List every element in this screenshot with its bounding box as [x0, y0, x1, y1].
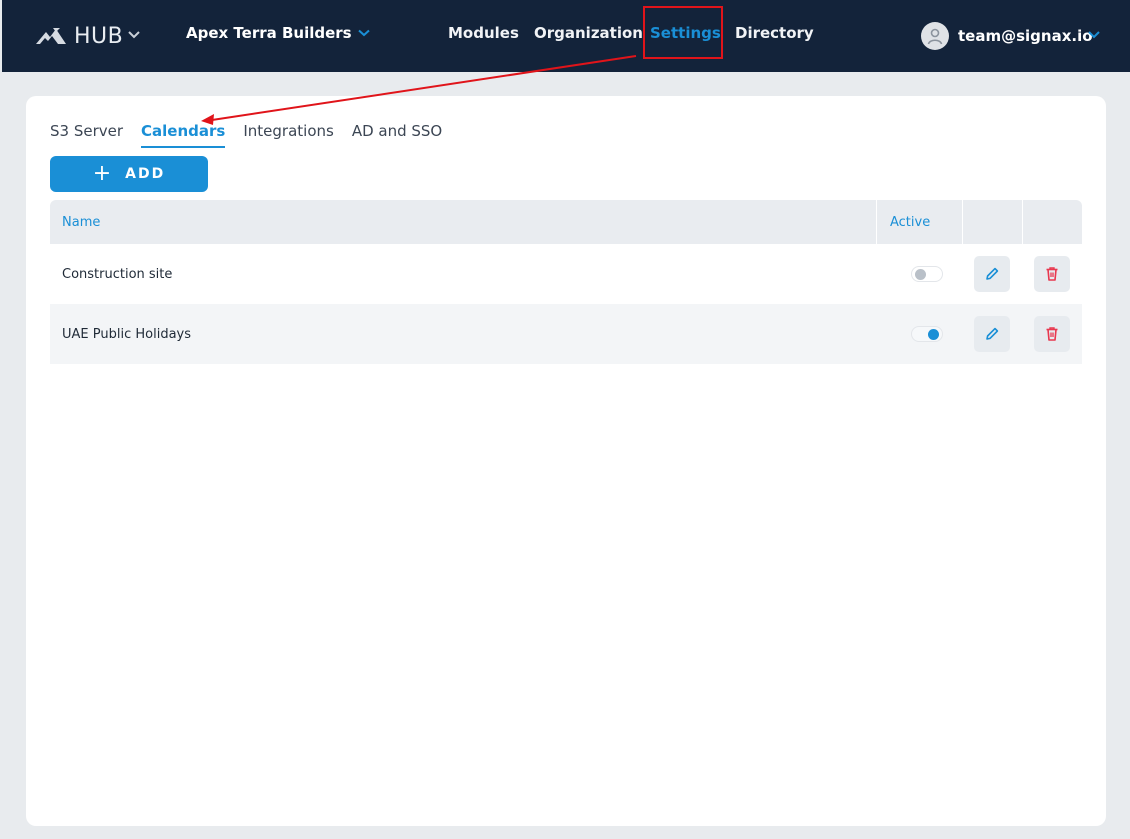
chevron-down-icon[interactable] [1087, 30, 1101, 40]
column-header-edit [962, 200, 1022, 244]
avatar [921, 22, 949, 50]
active-cell [876, 266, 962, 282]
column-header-active: Active [876, 200, 962, 244]
user-icon [927, 28, 943, 45]
hub-logo-text: HUB [74, 23, 124, 49]
calendars-table: Name Active Construction site UAE Public… [50, 200, 1082, 364]
tab-integrations[interactable]: Integrations [243, 122, 333, 148]
table-row: UAE Public Holidays [50, 304, 1082, 364]
nav-directory[interactable]: Directory [735, 24, 814, 42]
add-button[interactable]: + ADD [50, 156, 208, 192]
edit-button[interactable] [974, 316, 1010, 352]
edit-button[interactable] [974, 256, 1010, 292]
chevron-down-icon [357, 29, 370, 37]
calendar-name: Construction site [62, 266, 173, 282]
delete-button[interactable] [1034, 316, 1070, 352]
trash-icon [1046, 267, 1058, 281]
user-email: team@signax.io [958, 27, 1093, 45]
nav-organization[interactable]: Organization [534, 24, 643, 42]
pencil-icon [986, 267, 999, 280]
trash-icon [1046, 327, 1058, 341]
tab-calendars[interactable]: Calendars [141, 122, 226, 148]
tab-s3-server[interactable]: S3 Server [50, 122, 123, 148]
delete-cell [1022, 256, 1082, 292]
settings-highlight-box [643, 6, 723, 59]
edit-cell [962, 256, 1022, 292]
table-header: Name Active [50, 200, 1082, 244]
calendar-name: UAE Public Holidays [62, 326, 191, 342]
chevron-down-icon[interactable] [127, 30, 141, 40]
pencil-icon [986, 327, 999, 340]
nav-modules[interactable]: Modules [448, 24, 519, 42]
active-toggle[interactable] [911, 266, 943, 282]
organization-selector[interactable]: Apex Terra Builders [186, 24, 370, 42]
active-toggle[interactable] [911, 326, 943, 342]
add-button-label: ADD [125, 166, 166, 182]
plus-icon: + [92, 161, 114, 186]
column-header-delete [1022, 200, 1082, 244]
hub-logo-icon [36, 28, 66, 44]
top-navbar: HUB Apex Terra Builders Modules Organiza… [2, 0, 1130, 72]
table-row: Construction site [50, 244, 1082, 304]
delete-cell [1022, 316, 1082, 352]
settings-tabs: S3 Server Calendars Integrations AD and … [50, 122, 460, 148]
hub-logo[interactable]: HUB [36, 22, 123, 50]
user-menu[interactable]: team@signax.io [921, 22, 1093, 50]
edit-cell [962, 316, 1022, 352]
tab-ad-and-sso[interactable]: AD and SSO [352, 122, 442, 148]
delete-button[interactable] [1034, 256, 1070, 292]
column-header-name: Name [62, 214, 101, 230]
active-cell [876, 326, 962, 342]
settings-card: S3 Server Calendars Integrations AD and … [26, 96, 1106, 826]
organization-name: Apex Terra Builders [186, 24, 352, 42]
